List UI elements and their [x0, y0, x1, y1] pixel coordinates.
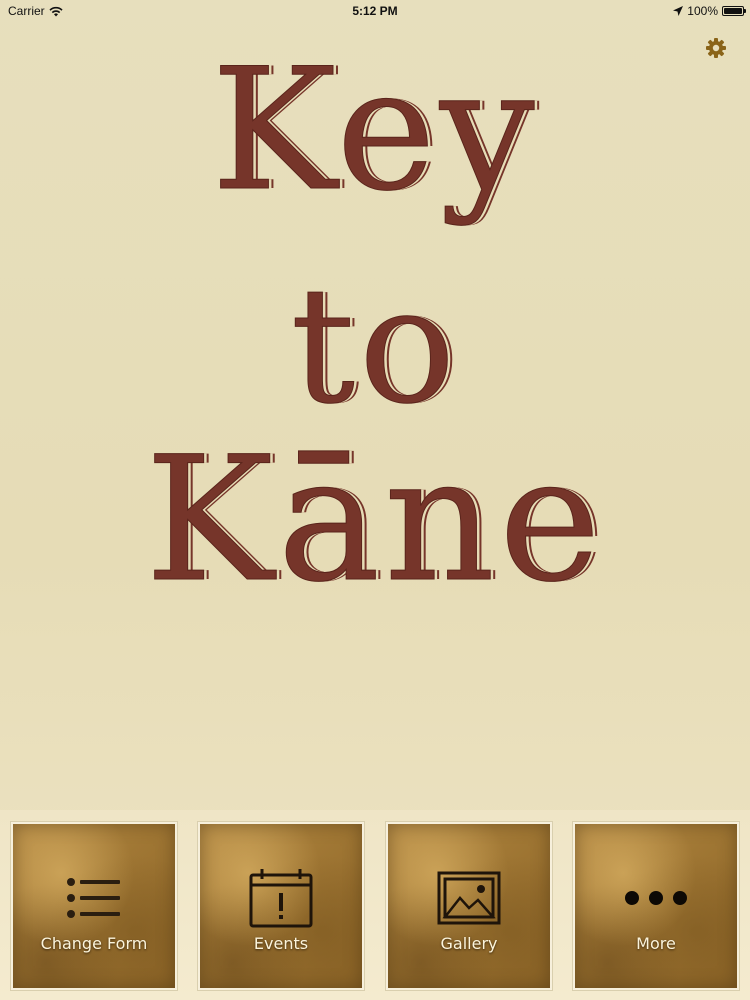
list-icon [67, 878, 120, 918]
battery-icon [722, 6, 746, 16]
more-button[interactable]: More [573, 822, 739, 990]
image-icon [437, 871, 501, 925]
gallery-label: Gallery [440, 934, 498, 953]
more-label: More [636, 934, 676, 953]
change-form-button[interactable]: Change Form [11, 822, 177, 990]
change-form-label: Change Form [40, 934, 148, 953]
more-dots-icon [625, 891, 687, 905]
battery-percent: 100% [687, 4, 718, 18]
tile-icon-wrap [575, 868, 737, 928]
status-time: 5:12 PM [352, 4, 398, 18]
location-arrow-icon [673, 6, 684, 16]
tile-icon-wrap [13, 868, 175, 928]
status-bar: Carrier 5:12 PM 100% [0, 0, 750, 22]
calendar-alert-icon [249, 869, 313, 928]
title-line-2: to [290, 252, 460, 439]
events-label: Events [253, 934, 309, 953]
tile-icon-wrap [388, 868, 550, 928]
gallery-button[interactable]: Gallery [386, 822, 552, 990]
tile-icon-wrap [200, 868, 362, 928]
title-line-1: Key [211, 32, 539, 228]
status-right: 100% [673, 4, 746, 18]
events-button[interactable]: Events [198, 822, 364, 990]
bottom-nav: Change Form Events Gallery More [0, 810, 750, 1000]
title-line-3: Kāne [145, 419, 605, 620]
